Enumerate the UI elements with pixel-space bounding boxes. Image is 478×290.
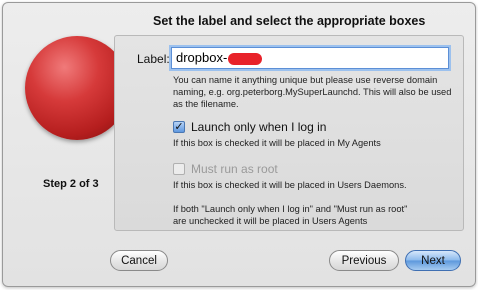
cancel-button[interactable]: Cancel: [110, 250, 168, 271]
label-input[interactable]: dropbox-: [171, 47, 449, 69]
launch-login-note: If this box is checked it will be placed…: [173, 138, 381, 148]
step-indicator: Step 2 of 3: [43, 178, 99, 190]
label-caption: Label:: [137, 52, 170, 66]
settings-panel: Label: dropbox- You can name it anything…: [114, 35, 464, 231]
run-root-label: Must run as root: [191, 162, 278, 176]
run-root-note: If this box is checked it will be placed…: [173, 180, 407, 190]
redaction-mark: [228, 52, 263, 65]
page-title: Set the label and select the appropriate…: [153, 14, 426, 28]
both-unchecked-note-line2: are unchecked it will be placed in Users…: [173, 216, 368, 226]
both-unchecked-note-line1: If both "Launch only when I log in" and …: [173, 204, 408, 214]
launch-login-checkbox[interactable]: ✓: [173, 121, 185, 133]
launch-login-label: Launch only when I log in: [191, 120, 327, 134]
run-root-option: Must run as root: [173, 162, 278, 176]
run-root-checkbox: [173, 163, 185, 175]
label-help-text: You can name it anything unique but plea…: [173, 75, 452, 109]
next-button[interactable]: Next: [405, 250, 461, 271]
assistant-window: Set the label and select the appropriate…: [2, 2, 476, 287]
label-input-value: dropbox-: [176, 50, 228, 65]
checkmark-icon: ✓: [174, 120, 184, 133]
launch-login-option[interactable]: ✓ Launch only when I log in: [173, 120, 326, 134]
previous-button[interactable]: Previous: [329, 250, 399, 271]
